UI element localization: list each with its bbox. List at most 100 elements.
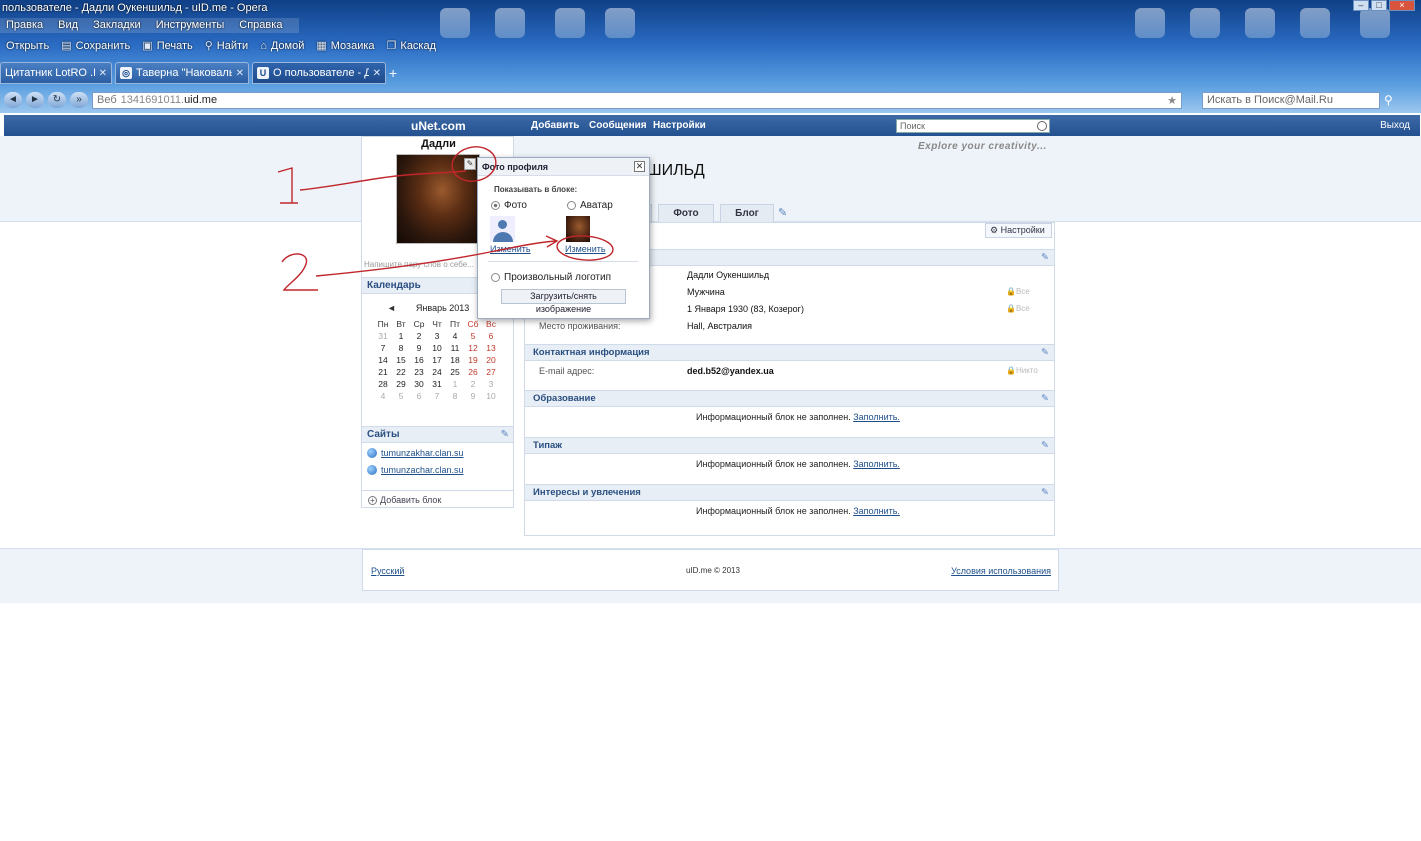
fill-link[interactable]: Заполнить.: [853, 459, 900, 469]
calendar-day[interactable]: 4: [446, 330, 464, 342]
menu-view[interactable]: Вид: [52, 18, 87, 33]
toolbar-home-button[interactable]: ⌂ Домой: [258, 38, 314, 54]
pencil-icon[interactable]: ✎: [1041, 438, 1049, 454]
toolbar-save-button[interactable]: ▤ Сохранить: [59, 38, 140, 54]
pencil-icon[interactable]: ✎: [1041, 345, 1049, 361]
toolbar-print-button[interactable]: ▣ Печать: [140, 38, 202, 54]
pencil-icon[interactable]: ✎: [778, 206, 787, 219]
menu-bookmarks[interactable]: Закладки: [87, 18, 150, 33]
toolbar-open-button[interactable]: Открыть: [0, 38, 59, 54]
calendar-day[interactable]: 22: [392, 366, 410, 378]
search-icon[interactable]: ⚲: [1384, 93, 1393, 107]
language-link[interactable]: Русский: [371, 566, 404, 576]
visibility-lock[interactable]: 🔒Все: [1006, 304, 1030, 313]
calendar-day[interactable]: 27: [482, 366, 500, 378]
calendar-day[interactable]: 9: [410, 342, 428, 354]
calendar-day[interactable]: 5: [392, 390, 410, 402]
radio-custom-logo[interactable]: Произвольный логотип: [491, 272, 611, 283]
nav-add[interactable]: Добавить: [531, 120, 579, 131]
calendar-day[interactable]: 3: [428, 330, 446, 342]
radio-selected[interactable]: [491, 201, 500, 210]
tab-close-icon[interactable]: ✕: [236, 68, 244, 79]
radio-avatar[interactable]: Аватар: [567, 200, 613, 211]
visibility-lock[interactable]: 🔒Все: [1006, 287, 1030, 296]
radio-unselected[interactable]: [567, 201, 576, 210]
site-link[interactable]: tumunzakhar.clan.su: [381, 448, 464, 458]
site-search-input[interactable]: Поиск: [896, 118, 1050, 133]
url-field[interactable]: Веб 1341691011. uid.me ★: [92, 91, 1182, 109]
calendar-day[interactable]: 31: [428, 378, 446, 390]
fast-forward-icon[interactable]: »: [70, 92, 88, 108]
site-link[interactable]: tumunzachar.clan.su: [381, 465, 464, 475]
new-tab-button[interactable]: +: [389, 62, 397, 86]
browser-tab-active[interactable]: U О пользователе - Дад... ✕: [252, 62, 386, 84]
calendar-day[interactable]: 10: [482, 390, 500, 402]
calendar-day[interactable]: 1: [446, 378, 464, 390]
calendar-day[interactable]: 18: [446, 354, 464, 366]
calendar-day[interactable]: 10: [428, 342, 446, 354]
calendar-day[interactable]: 23: [410, 366, 428, 378]
browser-tab[interactable]: Цитатник LotRO .RU ✕: [0, 62, 112, 84]
calendar-day[interactable]: 28: [374, 378, 392, 390]
add-block-button[interactable]: + Добавить блок: [362, 490, 513, 509]
tab-close-icon[interactable]: ✕: [99, 68, 107, 79]
calendar-day[interactable]: 19: [464, 354, 482, 366]
calendar-day[interactable]: 11: [446, 342, 464, 354]
calendar-prev-icon[interactable]: ◄: [387, 303, 396, 313]
back-icon[interactable]: ◄: [4, 92, 22, 108]
calendar-day[interactable]: 15: [392, 354, 410, 366]
forward-icon[interactable]: ►: [26, 92, 44, 108]
upload-image-button[interactable]: Загрузить/снять изображение: [501, 289, 626, 314]
calendar-day[interactable]: 8: [392, 342, 410, 354]
fill-link[interactable]: Заполнить.: [853, 506, 900, 516]
tab-close-icon[interactable]: ✕: [373, 68, 381, 79]
calendar-day[interactable]: 5: [464, 330, 482, 342]
pencil-icon[interactable]: ✎: [1041, 250, 1049, 266]
nav-messages[interactable]: Сообщения: [589, 120, 647, 131]
calendar-day[interactable]: 7: [374, 342, 392, 354]
tab-blog[interactable]: Блог: [720, 204, 774, 222]
calendar-day[interactable]: 2: [410, 330, 428, 342]
menu-tools[interactable]: Инструменты: [150, 18, 234, 33]
pencil-icon[interactable]: ✎: [501, 427, 509, 443]
search-icon[interactable]: [1037, 120, 1047, 131]
nav-settings[interactable]: Настройки: [653, 120, 706, 131]
calendar-day[interactable]: 3: [482, 378, 500, 390]
calendar-day[interactable]: 31: [374, 330, 392, 342]
visibility-lock[interactable]: 🔒Никто: [1006, 366, 1038, 375]
calendar-day[interactable]: 20: [482, 354, 500, 366]
calendar-day[interactable]: 2: [464, 378, 482, 390]
menu-help[interactable]: Справка: [233, 18, 291, 33]
toolbar-find-button[interactable]: ⚲ Найти: [203, 38, 258, 54]
calendar-day[interactable]: 6: [482, 330, 500, 342]
menu-edit[interactable]: Правка: [0, 18, 52, 33]
calendar-day[interactable]: 8: [446, 390, 464, 402]
radio-photo[interactable]: Фото: [491, 200, 527, 211]
site-logo[interactable]: uNet.com: [411, 119, 466, 133]
calendar-day[interactable]: 13: [482, 342, 500, 354]
calendar-day[interactable]: 17: [428, 354, 446, 366]
calendar-day[interactable]: 21: [374, 366, 392, 378]
tab-photo[interactable]: Фото: [658, 204, 714, 222]
calendar-day[interactable]: 30: [410, 378, 428, 390]
browser-tab[interactable]: ◎ Таверна "Наковальн... ✕: [115, 62, 249, 84]
calendar-day[interactable]: 14: [374, 354, 392, 366]
edit-photo-icon[interactable]: ✎: [464, 158, 476, 170]
browser-search-input[interactable]: Искать в Поиск@Mail.Ru: [1202, 91, 1380, 109]
calendar-day[interactable]: 24: [428, 366, 446, 378]
calendar-day[interactable]: 7: [428, 390, 446, 402]
radio-unselected[interactable]: [491, 273, 500, 282]
calendar-day[interactable]: 9: [464, 390, 482, 402]
calendar-day[interactable]: 1: [392, 330, 410, 342]
minimize-button[interactable]: –: [1353, 0, 1369, 11]
calendar-day[interactable]: 6: [410, 390, 428, 402]
change-avatar-link[interactable]: Изменить: [565, 244, 606, 254]
calendar-day[interactable]: 26: [464, 366, 482, 378]
toolbar-cascade-button[interactable]: ❐ Каскад: [385, 38, 447, 54]
bookmark-star-icon[interactable]: ★: [1167, 94, 1177, 107]
profile-settings-button[interactable]: ⚙ Настройки: [985, 223, 1052, 238]
close-icon[interactable]: ✕: [634, 161, 645, 172]
pencil-icon[interactable]: ✎: [1041, 485, 1049, 501]
fill-link[interactable]: Заполнить.: [853, 412, 900, 422]
calendar-day[interactable]: 16: [410, 354, 428, 366]
